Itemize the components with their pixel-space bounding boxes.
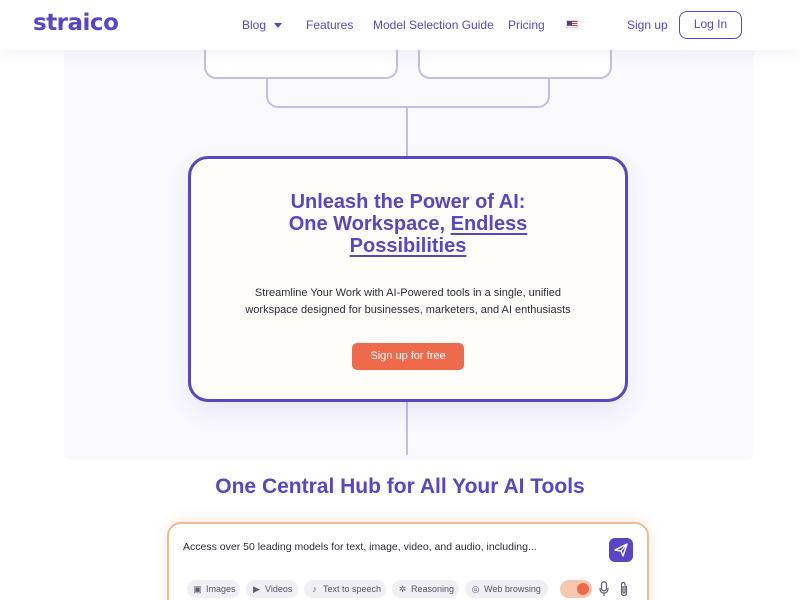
chip-web-browsing-label: Web browsing	[484, 584, 541, 594]
chip-tts-label: Text to speech	[323, 584, 382, 594]
hero-title-line1: Unleash the Power of AI:	[290, 191, 526, 213]
video-icon: ▶	[253, 584, 260, 594]
signup-free-button[interactable]: Sign up for free	[352, 343, 464, 370]
nav-blog[interactable]: Blog	[242, 18, 283, 32]
connector-merge	[266, 78, 550, 108]
connector-down	[406, 106, 408, 158]
speaker-icon: ♪	[312, 584, 317, 594]
us-flag-icon[interactable]	[566, 20, 578, 28]
chip-text-to-speech[interactable]: ♪ Text to speech	[304, 580, 386, 598]
feature-toggle[interactable]	[560, 580, 592, 598]
hero-subtitle-line2: workspace designed for businesses, marke…	[245, 303, 571, 316]
chip-web-browsing[interactable]: ◎ Web browsing	[465, 580, 548, 598]
signup-link[interactable]: Sign up	[627, 18, 668, 32]
connector-bottom	[406, 401, 408, 455]
hero-title-link-endless[interactable]: Endless	[451, 213, 528, 235]
globe-icon: ◎	[471, 584, 480, 594]
chip-videos-label: Videos	[265, 584, 293, 594]
chevron-down-icon	[274, 23, 283, 29]
chip-images[interactable]: ▣ Images	[187, 580, 240, 598]
nav-pricing[interactable]: Pricing	[508, 18, 545, 32]
send-icon	[614, 543, 628, 557]
hero-title-line2: One Workspace, Endless	[191, 213, 625, 235]
hero-title-prefix: One Workspace,	[288, 213, 451, 235]
prompt-box[interactable]: Access over 50 leading models for text, …	[167, 522, 649, 600]
straico-logo[interactable]: straico	[33, 10, 119, 36]
nav-model-selection-guide[interactable]: Model Selection Guide	[373, 18, 494, 32]
hero-card: Unleash the Power of AI: One Workspace, …	[188, 156, 628, 402]
chip-images-label: Images	[206, 584, 236, 594]
nav-features[interactable]: Features	[306, 18, 353, 32]
send-button[interactable]	[609, 538, 633, 562]
hub-section-title: One Central Hub for All Your AI Tools	[215, 475, 585, 498]
hero-subtitle: Streamline Your Work with AI-Powered too…	[231, 285, 585, 318]
nav-blog-label: Blog	[242, 18, 267, 32]
prompt-input[interactable]: Access over 50 leading models for text, …	[183, 541, 537, 553]
chip-reasoning-label: Reasoning	[411, 584, 455, 594]
hero-subtitle-line1: Streamline Your Work with AI-Powered too…	[254, 287, 562, 299]
hero-title-line3[interactable]: Possibilities	[191, 235, 625, 257]
microphone-icon[interactable]	[599, 581, 609, 597]
hero-title: Unleash the Power of AI: One Workspace, …	[191, 191, 625, 257]
paperclip-icon[interactable]	[619, 581, 629, 597]
image-icon: ▣	[193, 584, 202, 594]
chip-reasoning[interactable]: ✲ Reasoning	[392, 580, 459, 598]
login-button[interactable]: Log In	[679, 11, 742, 39]
chip-videos[interactable]: ▶ Videos	[246, 580, 298, 598]
top-navbar: straico Blog Features Model Selection Gu…	[0, 0, 800, 50]
reasoning-icon: ✲	[398, 584, 407, 594]
